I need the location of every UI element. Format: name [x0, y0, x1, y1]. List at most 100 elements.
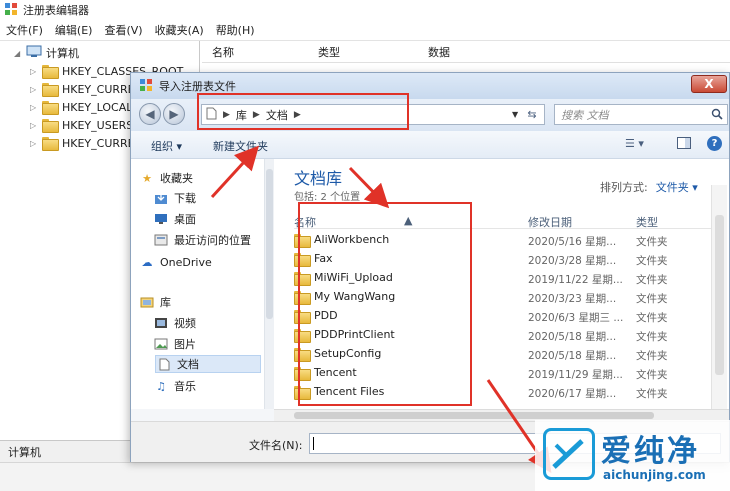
menu-file[interactable]: 文件(F)	[6, 22, 43, 38]
nav-label: 桌面	[174, 213, 196, 226]
column-data[interactable]: 数据	[428, 44, 450, 60]
search-icon[interactable]	[711, 108, 723, 120]
scroll-thumb[interactable]	[294, 412, 654, 419]
column-type[interactable]: 类型	[636, 214, 658, 230]
tree-root-computer[interactable]: ◢ 计算机	[14, 44, 79, 62]
nav-label: 库	[160, 296, 171, 309]
file-type: 文件夹	[636, 312, 668, 324]
library-title: 文档库	[294, 169, 343, 188]
tree-item[interactable]: ▷ HKEY_CURRE	[30, 134, 135, 152]
close-button[interactable]: X	[691, 75, 727, 93]
column-date[interactable]: 修改日期	[528, 214, 572, 230]
menu-view[interactable]: 查看(V)	[104, 22, 142, 38]
file-type: 文件夹	[636, 236, 668, 248]
nav-label: 图片	[174, 338, 196, 351]
nav-label: 最近访问的位置	[174, 234, 251, 247]
folder-icon	[42, 119, 59, 133]
folder-icon	[42, 65, 59, 79]
view-icon[interactable]: ☰ ▾	[625, 137, 644, 150]
nav-music[interactable]: ♫ 音乐	[153, 377, 196, 395]
file-date: 2020/5/16 星期...	[528, 236, 617, 248]
column-type[interactable]: 类型	[318, 44, 340, 60]
tree-item[interactable]: ▷ HKEY_CURRE	[30, 80, 135, 98]
file-type: 文件夹	[636, 369, 668, 381]
chevron-down-icon[interactable]: ▼	[512, 110, 518, 119]
nav-libraries[interactable]: 库	[139, 293, 171, 311]
expand-icon[interactable]: ▷	[30, 103, 39, 112]
expand-icon[interactable]: ▷	[30, 85, 39, 94]
tree-item[interactable]: ▷ HKEY_USERS	[30, 116, 133, 134]
menu-help[interactable]: 帮助(H)	[216, 22, 255, 38]
file-date: 2020/3/28 星期...	[528, 255, 617, 267]
file-list-scrollbar[interactable]	[711, 185, 727, 409]
video-icon	[153, 316, 169, 330]
back-button[interactable]: ◀	[139, 103, 161, 125]
file-date: 2020/3/23 星期...	[528, 293, 617, 305]
folder-icon	[42, 101, 59, 115]
search-input[interactable]: 搜索 文档	[554, 104, 728, 125]
library-subtitle[interactable]: 包括: 2 个位置	[294, 188, 360, 203]
nav-scrollbar[interactable]	[264, 159, 274, 409]
nav-label: 音乐	[174, 380, 196, 393]
preview-pane-icon[interactable]	[677, 137, 691, 152]
command-toolbar: 组织 ▾ 新建文件夹 ☰ ▾ ?	[131, 131, 729, 159]
regedit-title: 注册表编辑器	[23, 4, 89, 17]
registry-icon	[4, 2, 18, 19]
nav-favorites[interactable]: ★ 收藏夹	[139, 169, 193, 187]
tree-item-label: HKEY_CURRE	[62, 136, 135, 150]
file-type: 文件夹	[636, 293, 668, 305]
collapse-icon[interactable]: ◢	[14, 49, 23, 58]
picture-icon	[153, 337, 169, 351]
filename-label: 文件名(N):	[249, 439, 303, 452]
menu-favorites[interactable]: 收藏夹(A)	[155, 22, 204, 38]
expand-icon[interactable]: ▷	[30, 67, 39, 76]
scroll-thumb[interactable]	[715, 215, 724, 375]
file-date: 2020/6/3 星期三 ...	[528, 312, 624, 324]
cloud-icon: ☁	[141, 255, 153, 269]
regedit-menubar: 文件(F) 编辑(E) 查看(V) 收藏夹(A) 帮助(H)	[0, 20, 730, 41]
music-icon: ♫	[156, 379, 166, 393]
column-name[interactable]: 名称	[212, 44, 234, 60]
tree-item[interactable]: ▷ HKEY_LOCAL	[30, 98, 132, 116]
expand-icon[interactable]: ▷	[30, 139, 39, 148]
folder-icon	[42, 83, 59, 97]
forward-button[interactable]: ▶	[163, 103, 185, 125]
nav-label: 收藏夹	[160, 172, 193, 185]
expand-icon[interactable]: ▷	[30, 121, 39, 130]
file-type: 文件夹	[636, 255, 668, 267]
nav-documents[interactable]: 文档	[155, 355, 261, 373]
star-icon: ★	[142, 171, 152, 185]
file-type: 文件夹	[636, 331, 668, 343]
nav-label: 文档	[177, 358, 199, 371]
organize-button[interactable]: 组织 ▾	[151, 138, 182, 154]
nav-desktop[interactable]: 桌面	[153, 210, 196, 228]
arrange-dropdown[interactable]: 文件夹 ▾	[656, 181, 698, 194]
refresh-icon[interactable]: ⇆	[522, 105, 542, 124]
tree-item-label: HKEY_LOCAL	[62, 100, 133, 114]
nav-label: OneDrive	[160, 255, 212, 269]
recent-icon	[153, 233, 169, 247]
file-date: 2019/11/22 星期...	[528, 274, 623, 286]
file-type: 文件夹	[636, 274, 668, 286]
new-folder-button[interactable]: 新建文件夹	[213, 138, 268, 154]
scroll-thumb[interactable]	[266, 169, 273, 319]
nav-onedrive[interactable]: ☁ OneDrive	[139, 253, 212, 271]
nav-downloads[interactable]: 下载	[153, 189, 196, 207]
nav-recent[interactable]: 最近访问的位置	[153, 231, 251, 249]
folder-icon	[42, 137, 59, 151]
file-date: 2020/5/18 星期...	[528, 350, 617, 362]
nav-pictures[interactable]: 图片	[153, 335, 196, 353]
file-type: 文件夹	[636, 350, 668, 362]
document-icon	[156, 357, 172, 371]
highlight-address-box	[197, 93, 409, 130]
watermark: 爱纯净 aichunjing.com	[535, 420, 730, 491]
close-icon: X	[704, 77, 714, 91]
file-date: 2019/11/29 星期...	[528, 369, 623, 381]
help-icon[interactable]: ?	[707, 136, 722, 151]
arrange-by: 排列方式: 文件夹 ▾	[600, 179, 698, 195]
nav-videos[interactable]: 视频	[153, 314, 196, 332]
menu-edit[interactable]: 编辑(E)	[55, 22, 93, 38]
dialog-title: 导入注册表文件	[159, 80, 236, 93]
forward-icon: ▶	[169, 107, 179, 121]
watermark-logo-icon	[543, 428, 595, 480]
